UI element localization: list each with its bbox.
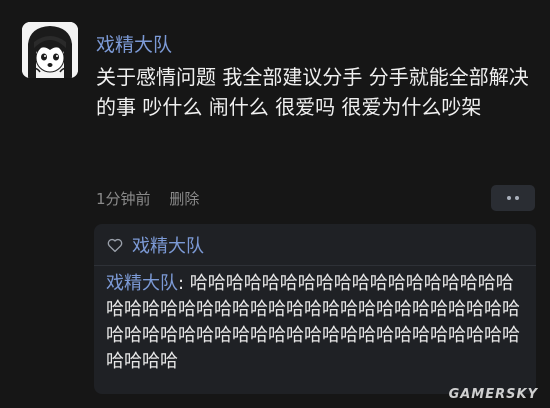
divider	[94, 265, 536, 266]
more-dot-icon	[515, 196, 519, 200]
reply-box: 戏精大队 戏精大队: 哈哈哈哈哈哈哈哈哈哈哈哈哈哈哈哈哈哈哈哈哈哈哈哈哈哈哈哈哈…	[94, 224, 536, 394]
avatar[interactable]	[22, 22, 78, 78]
watermark-logo: GAMERSKY	[448, 387, 538, 402]
delete-button[interactable]: 删除	[169, 190, 199, 208]
post-time: 1分钟前	[96, 190, 151, 208]
post-username[interactable]: 戏精大队	[96, 30, 172, 57]
post-meta: 1分钟前 删除	[96, 188, 199, 209]
like-row: 戏精大队	[106, 232, 204, 258]
reply-comment: 戏精大队: 哈哈哈哈哈哈哈哈哈哈哈哈哈哈哈哈哈哈哈哈哈哈哈哈哈哈哈哈哈哈哈哈哈哈…	[106, 271, 526, 375]
liked-by-user[interactable]: 戏精大队	[132, 232, 204, 258]
anime-girl-avatar-icon	[22, 22, 78, 78]
more-dot-icon	[507, 196, 511, 200]
heart-outline-icon[interactable]	[106, 236, 124, 254]
more-options-button[interactable]	[491, 185, 535, 211]
reply-separator: :	[178, 273, 190, 294]
post-content: 关于感情问题 我全部建议分手 分手就能全部解决的事 吵什么 闹什么 很爱吗 很爱…	[96, 65, 529, 119]
reply-author[interactable]: 戏精大队	[106, 273, 178, 294]
